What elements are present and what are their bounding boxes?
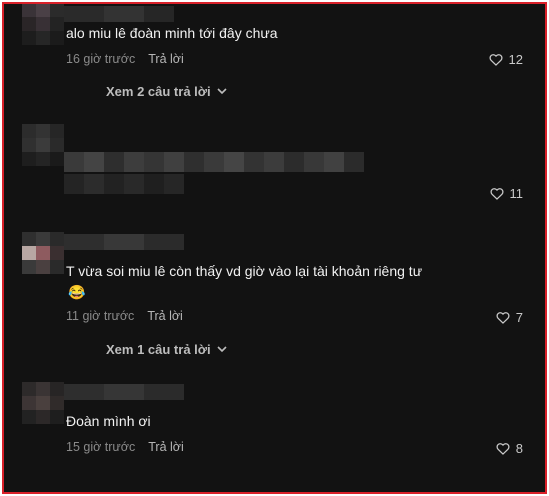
comment-time: 11 giờ trước xyxy=(66,309,135,323)
avatar[interactable] xyxy=(22,382,64,424)
heart-icon xyxy=(489,188,504,200)
redacted-comment-text xyxy=(64,152,364,172)
reply-button[interactable]: Trả lời xyxy=(147,309,183,323)
username-redacted[interactable] xyxy=(64,6,174,22)
heart-icon xyxy=(488,54,503,66)
username-redacted[interactable] xyxy=(64,384,184,400)
like-button[interactable]: 7 xyxy=(496,310,523,325)
comments-panel: alo miu lê đoàn minh tới đây chưa 16 giờ… xyxy=(2,2,547,494)
chevron-down-icon xyxy=(217,346,227,353)
view-replies-label: Xem 1 câu trả lời xyxy=(106,342,211,357)
comment-time: 16 giờ trước xyxy=(66,52,136,66)
redacted-comment-meta xyxy=(64,174,184,194)
avatar[interactable] xyxy=(22,232,64,274)
reply-button[interactable]: Trả lời xyxy=(148,440,184,454)
like-count: 8 xyxy=(515,441,523,456)
like-count: 7 xyxy=(515,310,523,325)
view-replies-label: Xem 2 câu trả lời xyxy=(106,84,211,99)
comment-text: Đoàn mình ơi xyxy=(66,413,151,429)
like-button[interactable]: 11 xyxy=(489,186,524,201)
comment-meta: 16 giờ trước Trả lời xyxy=(66,52,184,66)
like-button[interactable]: 12 xyxy=(488,52,523,67)
username-redacted[interactable] xyxy=(64,234,184,250)
comment-text: alo miu lê đoàn minh tới đây chưa xyxy=(66,25,278,41)
comment-time: 15 giờ trước xyxy=(66,440,136,454)
comment-text: T vừa soi miu lê còn thấy vd giờ vào lại… xyxy=(66,263,423,279)
heart-icon xyxy=(496,443,510,455)
comment-meta: 11 giờ trước Trả lời xyxy=(66,309,183,323)
view-replies-button[interactable]: Xem 1 câu trả lời xyxy=(106,342,227,357)
view-replies-button[interactable]: Xem 2 câu trả lời xyxy=(106,84,227,99)
emoji-laughing: 😂 xyxy=(68,284,86,300)
avatar[interactable] xyxy=(22,4,64,45)
heart-icon xyxy=(496,312,510,324)
like-count: 12 xyxy=(508,52,523,67)
like-count: 11 xyxy=(509,186,524,201)
avatar[interactable] xyxy=(22,124,64,166)
like-button[interactable]: 8 xyxy=(496,441,523,456)
comment-meta: 15 giờ trước Trả lời xyxy=(66,440,184,454)
reply-button[interactable]: Trả lời xyxy=(148,52,184,66)
chevron-down-icon xyxy=(217,88,227,95)
